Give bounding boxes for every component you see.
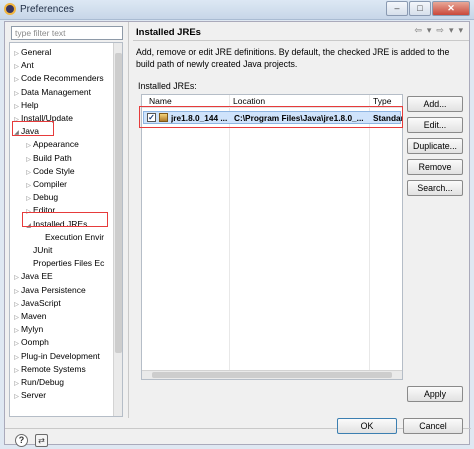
tree-item-label: Maven	[21, 311, 47, 321]
tree-item-label: Execution Envir	[45, 231, 105, 242]
minimize-button[interactable]: –	[386, 1, 408, 16]
tree-item-label: Code Style	[33, 165, 75, 176]
tree-item-label: General	[21, 47, 52, 57]
expand-arrow-icon[interactable]: ▷	[12, 391, 21, 404]
view-menu-icon[interactable]: ▾	[458, 25, 463, 36]
tree-item[interactable]: ▷ Compiler	[24, 178, 67, 191]
tree-item[interactable]: ▷ Code Recommenders	[12, 72, 104, 85]
table-hscrollbar[interactable]	[142, 370, 402, 379]
tree-item[interactable]: ▷ Help	[12, 99, 38, 112]
duplicate-button[interactable]: Duplicate...	[407, 138, 463, 154]
tree-item[interactable]: ▷ Java Persistence	[12, 284, 86, 297]
tree-item-label: JavaScript	[21, 297, 61, 308]
tree-item[interactable]: ▷ Debug	[24, 191, 58, 204]
tree-item-label: Debug	[33, 192, 59, 203]
forward-icon[interactable]: ⇨	[436, 25, 444, 36]
tree-item[interactable]: ▷ Java EE	[12, 270, 53, 283]
add-button[interactable]: Add...	[407, 96, 463, 112]
tree-scrollbar[interactable]	[113, 43, 122, 416]
tree-item[interactable]: ▷ Code Style	[24, 165, 75, 178]
remove-button[interactable]: Remove	[407, 159, 463, 175]
page-nav: ⇦ ▾ ⇨ ▾ ▾	[414, 25, 463, 36]
title-divider	[133, 40, 469, 41]
tree-item-label: JUnit	[33, 245, 53, 255]
import-export-icon[interactable]: ⇄	[35, 434, 48, 447]
ok-button[interactable]: OK	[337, 418, 397, 434]
window-titlebar: Preferences – □ ✕	[0, 0, 474, 20]
filter-input[interactable]	[11, 26, 123, 40]
tree-item[interactable]: ▷ Maven	[12, 310, 47, 323]
tree-item[interactable]: ▷ Appearance	[24, 138, 79, 151]
tree-item[interactable]: ▷ Mylyn	[12, 323, 43, 336]
tree-scrollbar-thumb[interactable]	[115, 53, 122, 353]
tree-item[interactable]: Properties Files Ec	[24, 257, 104, 270]
eclipse-app-icon	[4, 3, 16, 15]
tree-item[interactable]: ▷ Remote Systems	[12, 363, 86, 376]
tree-item[interactable]: ▷ Plug-in Development	[12, 350, 100, 363]
tree-item-label: Code Recommenders	[21, 73, 104, 84]
tree-item[interactable]: ▷ Oomph	[12, 336, 49, 349]
tree-item[interactable]: ▷ Data Management	[12, 86, 91, 99]
tree-item-label: Compiler	[33, 179, 68, 189]
tree-item-label: Plug-in Development	[21, 350, 100, 361]
maximize-button[interactable]: □	[409, 1, 431, 16]
tree-item-label: Java Persistence	[21, 284, 86, 295]
tree-item-label: Oomph	[21, 337, 49, 348]
tree-item[interactable]: JUnit	[24, 244, 52, 257]
tree-item-label: Help	[21, 99, 39, 110]
apply-button[interactable]: Apply	[407, 386, 463, 402]
preferences-dialog: ▷General▷Ant▷Code Recommenders▷Data Mana…	[4, 21, 471, 447]
window-title: Preferences	[20, 4, 74, 15]
installed-jres-label: Installed JREs:	[138, 81, 197, 91]
tree-item-label: Data Management	[21, 86, 91, 97]
column-divider	[229, 95, 230, 379]
tree-item[interactable]: Execution Envir	[36, 231, 104, 244]
page-title: Installed JREs	[136, 27, 201, 38]
tree-item[interactable]: ▷ General	[12, 46, 51, 59]
column-name[interactable]: Name	[149, 96, 172, 106]
tree-item-label: Properties Files Ec	[33, 258, 105, 269]
help-icon[interactable]: ?	[15, 434, 28, 447]
tree-item-label: Server	[21, 390, 47, 401]
tree-item-label: Remote Systems	[21, 363, 86, 374]
footer-divider	[5, 428, 471, 429]
tree-item-label: Run/Debug	[21, 377, 65, 387]
back-icon[interactable]: ⇦	[414, 25, 422, 36]
tree-item-label: Build Path	[33, 152, 72, 163]
tree-item-label: Mylyn	[21, 324, 44, 335]
window-controls: – □ ✕	[385, 1, 470, 16]
tree-item[interactable]: ▷ Ant	[12, 59, 34, 72]
tree-item-label: Ant	[21, 60, 34, 71]
column-divider	[369, 95, 370, 379]
tree-item[interactable]: ▷ JavaScript	[12, 297, 61, 310]
column-type[interactable]: Type	[373, 96, 391, 106]
search-button[interactable]: Search...	[407, 180, 463, 196]
forward-menu-icon[interactable]: ▾	[449, 25, 454, 36]
cancel-button[interactable]: Cancel	[403, 418, 463, 434]
page-description: Add, remove or edit JRE definitions. By …	[136, 47, 450, 69]
tree-item-label: Java EE	[21, 271, 53, 282]
annotation-installed-jres	[22, 212, 108, 227]
table-hscrollbar-thumb[interactable]	[152, 372, 392, 378]
column-location[interactable]: Location	[233, 96, 265, 106]
edit-button[interactable]: Edit...	[407, 117, 463, 133]
preferences-tree: ▷ General ▷ Ant ▷ Code Recommenders ▷ Data Mana…	[9, 42, 123, 417]
tree-item[interactable]: ▷ Run/Debug	[12, 376, 64, 389]
tree-item[interactable]: ▷ Server	[12, 389, 46, 402]
annotation-jre-row	[139, 106, 403, 128]
annotation-java	[12, 121, 54, 136]
close-button[interactable]: ✕	[432, 1, 470, 16]
pane-divider	[128, 22, 129, 418]
jre-table: Name Location Type ✓ jre1.8.0_144 ... C:…	[141, 94, 403, 380]
back-menu-icon[interactable]: ▾	[427, 25, 432, 36]
tree-item[interactable]: ▷ Build Path	[24, 152, 72, 165]
tree-item-label: Appearance	[33, 139, 79, 150]
